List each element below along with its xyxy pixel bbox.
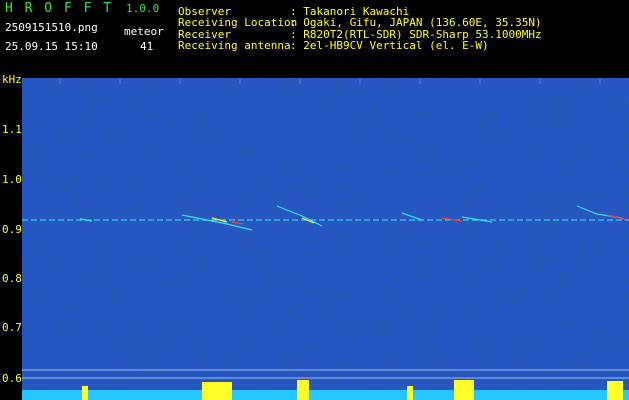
y-tick-label: 1.1	[2, 123, 22, 136]
level-bar-base	[22, 390, 629, 400]
hrofft-window: H R O F F T 1.0.0 2509151510.png 25.09.1…	[0, 0, 629, 400]
spectrum-noise	[22, 78, 629, 400]
app-title: H R O F F T	[5, 1, 114, 16]
y-tick-label: 1.0	[2, 173, 22, 186]
y-tick-label: 0.7	[2, 321, 22, 334]
file-datetime: 25.09.15 15:10	[5, 40, 98, 53]
header-panel: H R O F F T 1.0.0 2509151510.png 25.09.1…	[0, 0, 629, 72]
info-value-antenna: : 2el-HB9CV Vertical (el. E-W)	[290, 39, 489, 52]
meteor-label: meteor	[124, 25, 164, 38]
meteor-count: 41	[140, 40, 154, 53]
app-version: 1.0.0	[126, 2, 160, 15]
file-name: 2509151510.png	[5, 21, 98, 34]
info-label-antenna: Receiving antenna	[178, 39, 291, 52]
y-tick-label: 0.6	[2, 372, 22, 385]
y-tick-label: 0.9	[2, 223, 22, 236]
spectrogram-plot	[22, 78, 629, 400]
y-tick-label: 0.8	[2, 272, 22, 285]
